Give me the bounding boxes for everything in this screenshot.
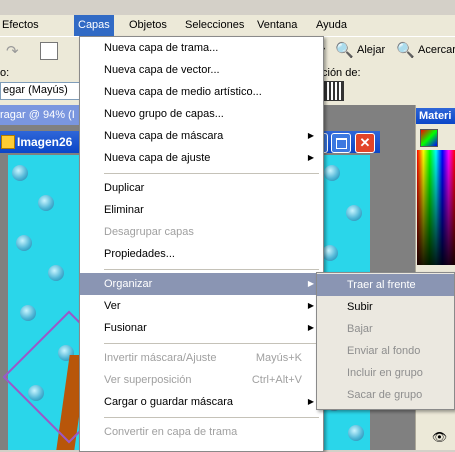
menu-item-new-raster-layer[interactable]: Nueva capa de trama... bbox=[80, 37, 323, 59]
menu-item-label: Duplicar bbox=[104, 182, 145, 194]
mode-select[interactable]: egar (Mayús) bbox=[0, 82, 80, 100]
zoom-in-icon[interactable]: 🔍 bbox=[396, 41, 415, 59]
maximize-button[interactable] bbox=[331, 133, 351, 153]
close-button[interactable]: ✕ bbox=[355, 133, 375, 153]
materials-titlebar: Materi bbox=[416, 108, 455, 124]
menu-objetos[interactable]: Objetos bbox=[125, 15, 171, 36]
image-window-icon bbox=[1, 135, 15, 149]
menu-capas-label: Capas bbox=[78, 19, 110, 31]
menu-efectos-label: Efectos bbox=[2, 19, 39, 31]
submenu-item-send-to-back: Enviar al fondo bbox=[317, 340, 454, 362]
submenu-item-lower: Bajar bbox=[317, 318, 454, 340]
menu-item-label: Invertir máscara/Ajuste bbox=[104, 352, 217, 364]
menu-item-label: Organizar bbox=[104, 278, 153, 290]
mode-select-value: egar (Mayús) bbox=[3, 84, 68, 96]
menu-item-convert-to-raster: Convertir en capa de trama bbox=[80, 421, 323, 443]
menu-item-duplicate[interactable]: Duplicar bbox=[80, 177, 323, 199]
menu-item-label: Ver bbox=[104, 300, 121, 312]
menu-item-label: Nuevo grupo de capas... bbox=[104, 108, 224, 120]
menu-item-new-mask-layer[interactable]: Nueva capa de máscara ▶ bbox=[80, 125, 323, 147]
menu-item-invert-mask: Invertir máscara/Ajuste Mayús+K bbox=[80, 347, 323, 369]
options-label: o: bbox=[0, 67, 10, 79]
color-swatch-icon[interactable] bbox=[420, 129, 438, 147]
menu-item-arrange[interactable]: Organizar ▶ bbox=[80, 273, 323, 295]
menu-item-new-vector-layer[interactable]: Nueva capa de vector... bbox=[80, 59, 323, 81]
menu-separator bbox=[104, 343, 319, 344]
layers-menu: Nueva capa de trama... Nueva capa de vec… bbox=[79, 36, 324, 452]
options-grid-icon[interactable] bbox=[324, 81, 344, 101]
submenu-arrow-icon: ▶ bbox=[307, 279, 314, 288]
menu-item-shortcut: Mayús+K bbox=[255, 352, 302, 364]
menu-item-label: Cargar o guardar máscara bbox=[104, 396, 234, 408]
menu-item-new-adjustment-layer[interactable]: Nueva capa de ajuste ▶ bbox=[80, 147, 323, 169]
submenu-item-bring-to-front[interactable]: Traer al frente bbox=[317, 274, 454, 296]
arrange-submenu: Traer al frente Subir Bajar Enviar al fo… bbox=[316, 272, 455, 410]
menu-item-new-layer-group[interactable]: Nuevo grupo de capas... bbox=[80, 103, 323, 125]
menu-ventana[interactable]: Ventana bbox=[253, 15, 301, 36]
menu-item-label: Desagrupar capas bbox=[104, 226, 194, 238]
close-icon: ✕ bbox=[359, 135, 371, 150]
menu-item-delete[interactable]: Eliminar bbox=[80, 199, 323, 221]
submenu-item-label: Enviar al fondo bbox=[347, 345, 421, 357]
menu-item-label: Nueva capa de vector... bbox=[104, 64, 220, 76]
menu-capas[interactable]: Capas bbox=[74, 15, 114, 36]
menu-efectos[interactable]: Efectos bbox=[0, 15, 43, 36]
maximize-icon bbox=[336, 138, 347, 149]
menu-objetos-label: Objetos bbox=[129, 19, 167, 31]
menu-item-view[interactable]: Ver ▶ bbox=[80, 295, 323, 317]
submenu-item-raise[interactable]: Subir bbox=[317, 296, 454, 318]
menu-item-label: Nueva capa de máscara bbox=[104, 130, 224, 142]
zoom-in-label[interactable]: Acercar bbox=[418, 44, 455, 56]
zoom-out-label[interactable]: Alejar bbox=[357, 44, 385, 56]
menu-item-properties[interactable]: Propiedades... bbox=[80, 243, 323, 265]
menu-item-load-save-mask[interactable]: Cargar o guardar máscara ▶ bbox=[80, 391, 323, 413]
submenu-arrow-icon: ▶ bbox=[307, 397, 314, 406]
back-image-title-text: ragar @ 94% (I bbox=[0, 109, 75, 121]
menu-ventana-label: Ventana bbox=[257, 19, 298, 31]
menu-item-label: Convertir en capa de trama bbox=[104, 426, 238, 438]
submenu-item-label: Bajar bbox=[347, 323, 373, 335]
image-window-title: Imagen26 bbox=[17, 135, 73, 149]
submenu-arrow-icon: ▶ bbox=[307, 131, 314, 140]
menu-item-new-art-media-layer[interactable]: Nueva capa de medio artístico... bbox=[80, 81, 323, 103]
new-window-icon[interactable] bbox=[40, 42, 58, 60]
submenu-item-remove-from-group: Sacar de grupo bbox=[317, 384, 454, 406]
menu-item-label: Nueva capa de ajuste bbox=[104, 152, 211, 164]
options-right-label: ción de: bbox=[322, 67, 361, 79]
zoom-out-icon[interactable]: 🔍 bbox=[335, 41, 354, 59]
menu-separator bbox=[104, 269, 319, 270]
menu-item-label: Propiedades... bbox=[104, 248, 175, 260]
submenu-item-label: Subir bbox=[347, 301, 373, 313]
menu-ayuda-label: Ayuda bbox=[316, 19, 347, 31]
submenu-item-label: Traer al frente bbox=[347, 279, 416, 291]
color-spectrum[interactable] bbox=[417, 150, 455, 265]
submenu-arrow-icon: ▶ bbox=[307, 153, 314, 162]
menu-selecciones[interactable]: Selecciones bbox=[181, 15, 248, 36]
menu-item-label: Eliminar bbox=[104, 204, 144, 216]
menu-item-label: Nueva capa de medio artístico... bbox=[104, 86, 262, 98]
menu-item-shortcut: Ctrl+Alt+V bbox=[251, 374, 302, 386]
menu-item-label: Nueva capa de trama... bbox=[104, 42, 219, 54]
menu-ayuda[interactable]: Ayuda bbox=[312, 15, 351, 36]
menu-bar: Efectos Capas Objetos Selecciones Ventan… bbox=[0, 15, 455, 36]
submenu-arrow-icon: ▶ bbox=[307, 323, 314, 332]
menu-separator bbox=[104, 417, 319, 418]
menu-item-label: Fusionar bbox=[104, 322, 147, 334]
menu-item-merge[interactable]: Fusionar ▶ bbox=[80, 317, 323, 339]
materials-title: Materi bbox=[419, 110, 452, 122]
menu-item-ungroup-layers: Desagrupar capas bbox=[80, 221, 323, 243]
menu-item-view-overlay: Ver superposición Ctrl+Alt+V bbox=[80, 369, 323, 391]
submenu-item-include-in-group: Incluir en grupo bbox=[317, 362, 454, 384]
back-image-title: ragar @ 94% (I bbox=[0, 105, 79, 125]
submenu-item-label: Incluir en grupo bbox=[347, 367, 423, 379]
submenu-arrow-icon: ▶ bbox=[307, 301, 314, 310]
menu-item-label: Ver superposición bbox=[104, 374, 192, 386]
visibility-eye-icon[interactable]: 👁 bbox=[432, 430, 447, 444]
submenu-item-label: Sacar de grupo bbox=[347, 389, 423, 401]
menu-separator bbox=[104, 173, 319, 174]
menu-selecciones-label: Selecciones bbox=[185, 19, 245, 31]
redo-icon[interactable]: ↷ bbox=[6, 42, 19, 60]
